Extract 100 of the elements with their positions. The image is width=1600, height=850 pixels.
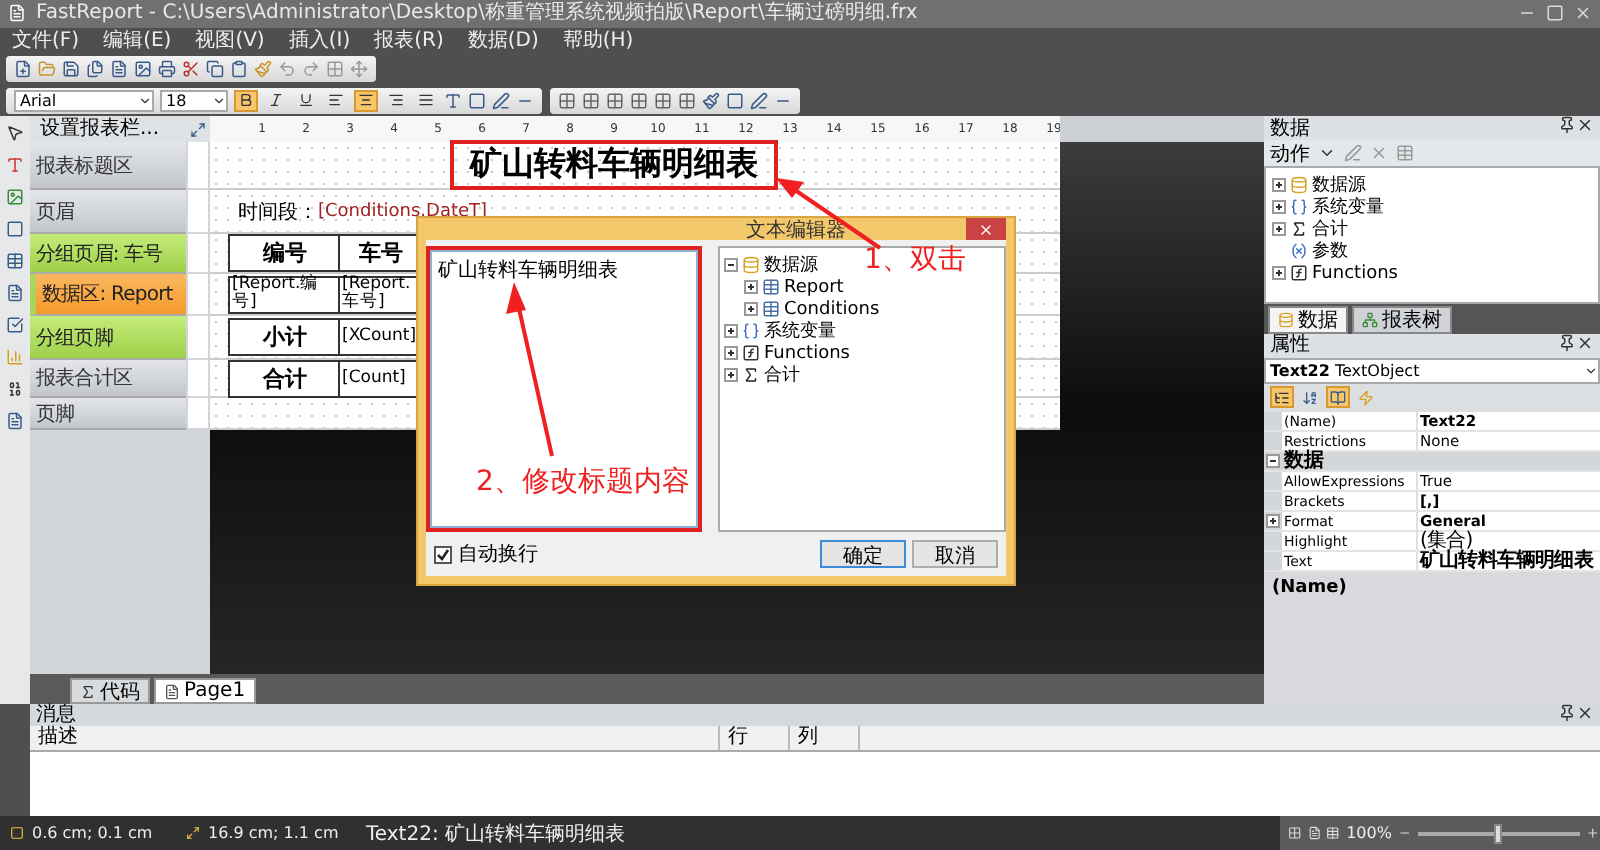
expand-icon[interactable] <box>744 302 758 316</box>
menu-item[interactable]: 帮助(H) <box>562 29 634 54</box>
property-value[interactable]: (集合) <box>1418 531 1600 550</box>
menu-item[interactable]: 编辑(E) <box>103 29 172 54</box>
table-cell[interactable]: 小计 <box>228 318 340 357</box>
expand-icon[interactable] <box>1272 266 1286 281</box>
maximize-icon[interactable] <box>1546 4 1564 23</box>
expand-icon[interactable] <box>1272 222 1286 237</box>
files-icon[interactable] <box>86 60 104 79</box>
table-cell[interactable]: 编号 <box>228 234 340 273</box>
column-header[interactable]: 行 <box>720 726 790 751</box>
checkbox-label[interactable]: 自动换行 <box>458 540 814 568</box>
menu-item[interactable]: 报表(R) <box>374 29 444 54</box>
clipboard-icon[interactable] <box>230 60 248 79</box>
layout-icon[interactable] <box>1288 824 1302 842</box>
object-combo[interactable]: Text22 TextObject <box>1264 357 1600 384</box>
copy-icon[interactable] <box>206 60 224 79</box>
shapes-icon[interactable] <box>6 220 24 239</box>
border-icon[interactable] <box>654 91 672 110</box>
table-cell[interactable]: [XCount] <box>338 318 422 357</box>
column-header[interactable]: 描述 <box>30 726 720 751</box>
table-cell[interactable]: [Count] <box>338 359 422 398</box>
band-item[interactable]: 报表标题区 <box>30 142 186 191</box>
band-item[interactable]: 页脚 <box>30 398 186 431</box>
expand-icon[interactable] <box>744 280 758 294</box>
column-header[interactable]: 列 <box>790 726 860 751</box>
tree-item[interactable]: 合计 <box>724 364 800 386</box>
menu-item[interactable]: 插入(I) <box>288 29 351 54</box>
close-icon[interactable] <box>978 221 994 237</box>
image-icon[interactable] <box>134 60 152 79</box>
expand-icon[interactable] <box>1272 178 1286 193</box>
tree-item[interactable]: Conditions <box>744 298 880 320</box>
panel-tab[interactable]: 报表树 <box>1352 305 1452 334</box>
pen-icon[interactable] <box>492 91 510 110</box>
tree-item[interactable]: 参数 <box>1272 240 1348 263</box>
border-icon[interactable] <box>582 91 600 110</box>
document-icon[interactable] <box>6 412 24 431</box>
band-item[interactable]: 报表合计区 <box>30 360 186 399</box>
tree-item[interactable]: 系统变量 <box>724 320 836 342</box>
period-field[interactable]: [Conditions.DateT] <box>318 201 488 222</box>
tree-item[interactable]: 合计 <box>1272 218 1348 241</box>
checkbox-icon[interactable] <box>6 316 24 335</box>
pen-icon[interactable] <box>750 91 768 110</box>
expand-icon[interactable] <box>1272 200 1286 215</box>
font-combo[interactable]: Arial <box>14 89 154 112</box>
band-item[interactable]: 分组页脚 <box>30 316 186 361</box>
band-item[interactable]: 页眉 <box>30 190 186 235</box>
band-item[interactable]: 分组页眉: 车号 <box>30 234 186 275</box>
fill-icon[interactable] <box>702 91 720 110</box>
menu-item[interactable]: 数据(D) <box>467 29 539 54</box>
band-settings-link[interactable]: 设置报表栏... <box>30 116 186 143</box>
frame-icon[interactable] <box>468 91 486 110</box>
tree-item[interactable]: Functions <box>724 342 850 364</box>
pin-icon[interactable] <box>1558 333 1576 352</box>
document-icon[interactable] <box>110 60 128 79</box>
menu-item[interactable]: 文件(F) <box>12 29 80 54</box>
printer-icon[interactable] <box>158 60 176 79</box>
pin-icon[interactable] <box>1558 116 1576 135</box>
pin-icon[interactable] <box>1558 703 1576 722</box>
period-label[interactable]: 时间段： <box>238 197 318 226</box>
menu-item[interactable]: 视图(V) <box>195 29 265 54</box>
text-color-icon[interactable] <box>444 91 462 110</box>
expand-icon[interactable] <box>724 324 738 338</box>
tree-item[interactable]: Functions <box>1272 262 1398 285</box>
new-file-icon[interactable] <box>14 60 32 79</box>
property-value[interactable]: 矿山转料车辆明细表 <box>1418 551 1600 570</box>
border-icon[interactable] <box>630 91 648 110</box>
close-icon[interactable] <box>1576 333 1594 352</box>
pointer-icon[interactable] <box>6 124 24 143</box>
tree-item[interactable]: 数据源 <box>724 254 818 276</box>
expand-icon[interactable] <box>724 346 738 360</box>
table-cell[interactable]: 车号 <box>338 234 422 273</box>
table-cell[interactable]: [Report.车号] <box>338 275 422 314</box>
size-combo[interactable]: 18 <box>160 89 228 112</box>
zoom-in-icon[interactable] <box>1586 824 1600 842</box>
collapse-icon[interactable] <box>724 258 738 272</box>
actions-menu[interactable]: 动作 <box>1270 139 1310 168</box>
text-tool-icon[interactable] <box>6 156 24 175</box>
ok-button[interactable]: 确定 <box>820 540 906 568</box>
border-icon[interactable] <box>606 91 624 110</box>
tree-item[interactable]: 数据源 <box>1272 174 1366 197</box>
table-icon[interactable] <box>6 252 24 271</box>
collapse-icon[interactable] <box>1266 453 1280 468</box>
page-tab[interactable]: 代码 <box>70 678 150 705</box>
table-cell[interactable]: [Report.编号] <box>228 275 340 314</box>
columns-icon[interactable] <box>1326 824 1341 842</box>
scissors-icon[interactable] <box>182 60 200 79</box>
report-title[interactable]: 矿山转料车辆明细表 <box>470 144 758 183</box>
image-icon[interactable] <box>6 188 24 207</box>
slider-thumb[interactable] <box>1494 823 1503 843</box>
number-icon[interactable] <box>6 380 24 399</box>
band-item[interactable]: 数据区: Report <box>30 274 186 317</box>
document-icon[interactable] <box>6 284 24 303</box>
panel-tab[interactable]: 数据 <box>1268 305 1348 334</box>
expand-icon[interactable] <box>1266 513 1280 528</box>
tree-item[interactable]: 系统变量 <box>1272 196 1384 219</box>
close-icon[interactable] <box>1576 116 1594 135</box>
page-tab[interactable]: Page1 <box>154 678 256 705</box>
page-icon[interactable] <box>1307 824 1321 842</box>
checkbox[interactable] <box>434 545 452 563</box>
